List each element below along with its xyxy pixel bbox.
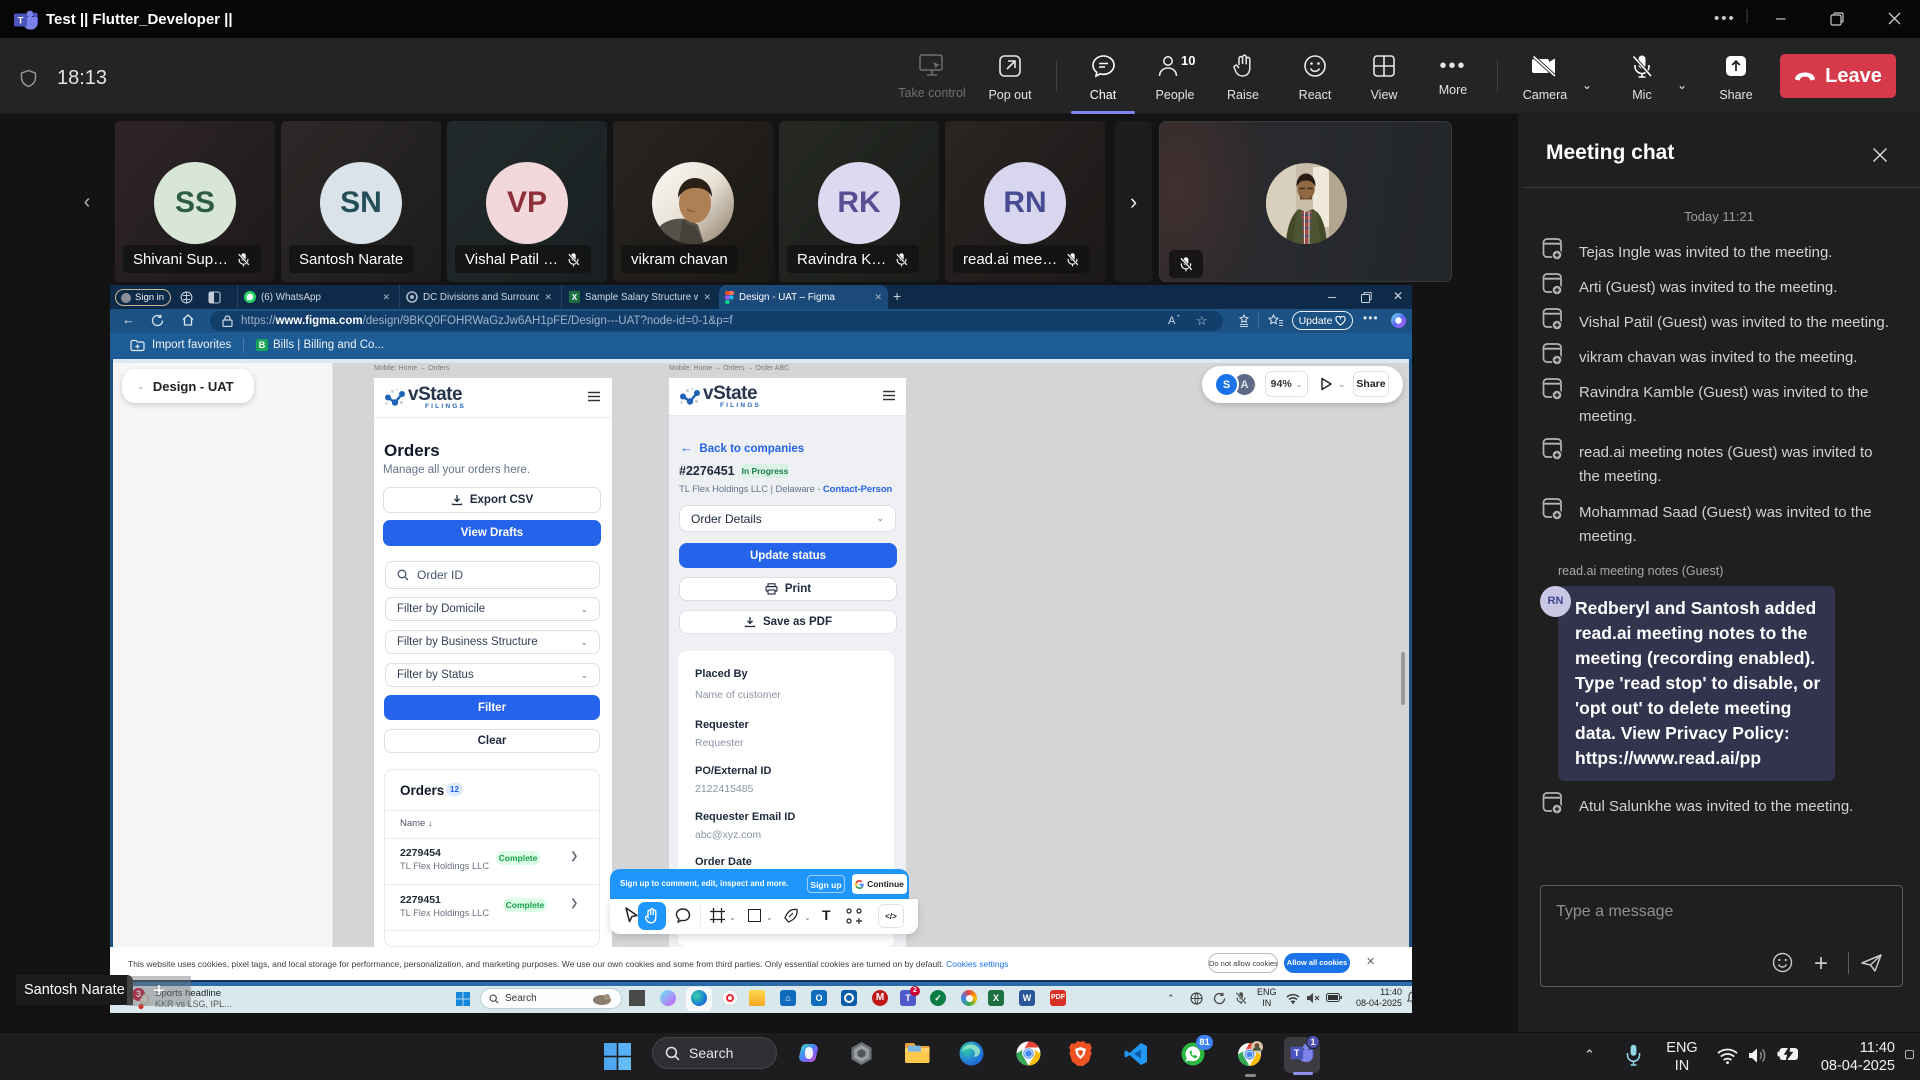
svg-text:10: 10: [1181, 54, 1195, 68]
svg-text:X: X: [572, 293, 578, 302]
svg-text:T: T: [18, 15, 24, 26]
svg-text:T: T: [1294, 1048, 1300, 1058]
